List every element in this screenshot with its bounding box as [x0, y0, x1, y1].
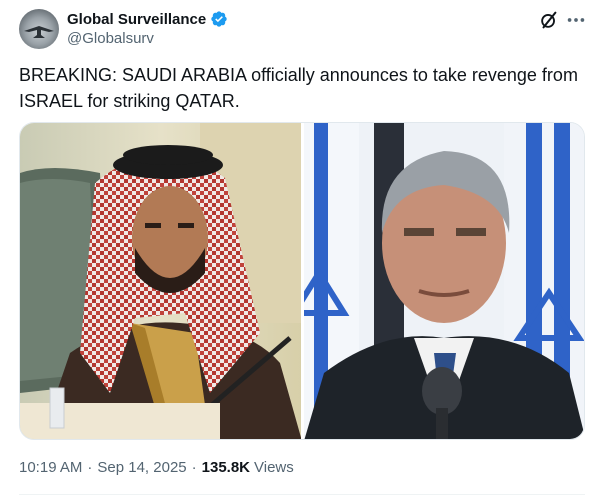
tweet-time[interactable]: 10:19 AM	[19, 459, 82, 476]
meta-separator: ·	[87, 459, 93, 476]
tweet-container: Global Surveillance @Globalsurv BREAKING…	[0, 0, 605, 502]
media-image-right[interactable]	[303, 123, 584, 439]
media-image-left[interactable]	[20, 123, 301, 439]
views-count: 135.8K	[201, 459, 251, 476]
media-grid	[19, 122, 585, 440]
grok-slash-icon[interactable]	[538, 9, 560, 31]
jet-icon	[24, 26, 54, 38]
tweet-text: BREAKING: SAUDI ARABIA officially announ…	[19, 65, 578, 111]
handle[interactable]: @Globalsurv	[67, 30, 154, 47]
avatar[interactable]	[19, 9, 59, 49]
divider	[19, 494, 585, 495]
verified-badge-icon	[211, 11, 227, 27]
author-name-row: Global Surveillance	[67, 9, 228, 29]
views-label: Views	[254, 459, 294, 476]
more-dots-icon[interactable]	[565, 9, 587, 31]
tweet-date[interactable]: Sep 14, 2025	[97, 459, 186, 476]
display-name[interactable]: Global Surveillance	[67, 11, 206, 28]
meta-separator: ·	[191, 459, 197, 476]
tweet-meta: 10:19 AM · Sep 14, 2025 · 135.8K Views	[19, 459, 294, 476]
